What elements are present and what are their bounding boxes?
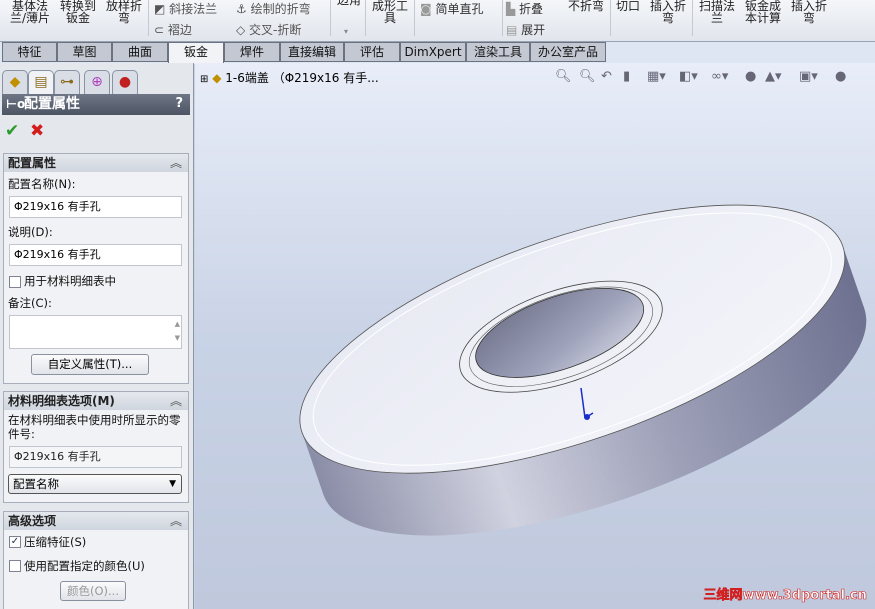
end-cap-disk[interactable]	[269, 150, 875, 592]
feature-manager-tab-icon[interactable]: ◆	[2, 70, 28, 94]
custom-properties-button[interactable]: 自定义属性(T)...	[31, 354, 149, 375]
suppress-features-checkbox[interactable]: ✓	[9, 536, 21, 548]
corners-button[interactable]: 边角	[336, 0, 362, 6]
comment-scrollbar[interactable]: ▲ ▼	[175, 317, 180, 345]
forming-tool-button[interactable]: 成形工 具	[370, 0, 410, 24]
comment-textarea[interactable]	[9, 315, 182, 349]
sketched-bend-button[interactable]: ⚓ 绘制的折弯	[236, 0, 311, 17]
rip-button[interactable]: 切口	[614, 0, 642, 12]
dimxpert-manager-tab-icon[interactable]: ⊕	[84, 70, 110, 94]
bom-part-number-select[interactable]: 配置名称 ▼	[8, 474, 182, 494]
graphics-area[interactable]: ⊞ ◆ 1-6端盖 （Φ219x16 有手... 🔍︎ 🔍︎ ↶ ▮ ▦▾ ◧▾…	[195, 63, 875, 609]
advanced-options-group: 高级选项 ︽ ✓ 压缩特征(S) 使用配置指定的颜色(U) 颜色(O)...	[3, 511, 189, 609]
tab-render-tools[interactable]: 渲染工具	[466, 42, 530, 62]
sheet-metal-costing-button[interactable]: 钣金成 本计算	[742, 0, 784, 24]
command-manager-ribbon: 基体法 兰/薄片 转换到 钣金 放样折 弯 ◩ 斜接法兰 ⊂ 褶边 ⚓ 绘制的折…	[0, 0, 875, 42]
insert-bends-button[interactable]: 插入折 弯	[648, 0, 688, 24]
cross-break-icon: ◇	[236, 23, 250, 37]
hem-icon: ⊂	[154, 23, 168, 37]
fold-icon: ▙	[506, 2, 520, 16]
collapse-icon[interactable]: ︽	[170, 392, 182, 410]
insert-bends-button-2[interactable]: 插入折 弯	[789, 0, 829, 24]
watermark-logo: 三维网www.3dportal.cn	[703, 588, 867, 604]
hem-button[interactable]: ⊂ 褶边	[154, 21, 192, 38]
help-icon[interactable]: ?	[175, 94, 183, 114]
swept-flange-button[interactable]: 扫描法 兰	[697, 0, 737, 24]
display-manager-tab-icon[interactable]: ●	[112, 70, 138, 94]
corners-dropdown-icon[interactable]: ▾	[344, 26, 348, 38]
property-manager-panel: ◆ ▤ ⊶ ⊕ ● ⊢o 配置属性? ✔ ✖ 配置属性 ︽ 配置名称(N): Φ21…	[0, 63, 194, 609]
lofted-bend-button[interactable]: 放样折 弯	[104, 0, 144, 24]
bom-part-number-input[interactable]: Φ219x16 有手孔	[9, 446, 182, 468]
configuration-properties-group: 配置属性 ︽ 配置名称(N): Φ219x16 有手孔 说明(D): Φ219x1…	[3, 153, 189, 384]
ok-check-icon[interactable]: ✔	[5, 121, 19, 141]
configuration-name-input[interactable]: Φ219x16 有手孔	[9, 196, 182, 218]
property-manager-tab-icon[interactable]: ▤	[28, 70, 54, 94]
description-input[interactable]: Φ219x16 有手孔	[9, 244, 182, 266]
color-button[interactable]: 颜色(O)...	[60, 581, 126, 601]
cancel-x-icon[interactable]: ✖	[30, 121, 44, 141]
unfold-icon: ▤	[506, 23, 522, 37]
fold-button[interactable]: ▙ 折叠	[506, 0, 543, 17]
command-tabs: 特征 草图 曲面 钣金 焊件 直接编辑 评估 DimXpert 渲染工具 办公室…	[0, 42, 875, 64]
cross-break-button[interactable]: ◇ 交叉-折断	[236, 21, 301, 38]
tab-surfaces[interactable]: 曲面	[112, 42, 168, 62]
unfold-button[interactable]: ▤ 展开	[506, 21, 545, 38]
tab-weldments[interactable]: 焊件	[224, 42, 280, 62]
simple-hole-button[interactable]: ◙ 简单直孔	[420, 0, 483, 17]
no-bends-button[interactable]: 不折弯	[566, 0, 606, 12]
miter-flange-button[interactable]: ◩ 斜接法兰	[154, 0, 217, 17]
use-in-bom-checkbox[interactable]	[9, 276, 21, 288]
tab-evaluate[interactable]: 评估	[344, 42, 400, 62]
tab-office-products[interactable]: 办公室产品	[530, 42, 606, 62]
chevron-down-icon: ▼	[169, 479, 176, 489]
use-config-color-checkbox[interactable]	[9, 560, 21, 572]
sketched-bend-icon: ⚓	[236, 2, 251, 16]
miter-flange-icon: ◩	[154, 2, 170, 16]
collapse-icon[interactable]: ︽	[170, 512, 182, 530]
tab-sketch[interactable]: 草图	[57, 42, 112, 62]
hole-icon: ◙	[420, 2, 436, 16]
tab-direct-editing[interactable]: 直接编辑	[280, 42, 344, 62]
panel-title: ⊢o 配置属性?	[2, 94, 190, 115]
tab-sheet-metal[interactable]: 钣金	[168, 42, 224, 64]
tab-features[interactable]: 特征	[2, 42, 57, 62]
base-flange-button[interactable]: 基体法 兰/薄片	[8, 0, 52, 24]
configuration-icon: ⊢o	[6, 97, 26, 111]
tab-dimxpert[interactable]: DimXpert	[400, 42, 466, 62]
collapse-icon[interactable]: ︽	[170, 154, 182, 172]
bom-options-group: 材料明细表选项(M) ︽ 在材料明细表中使用时所显示的零件号: Φ219x16 有…	[3, 391, 189, 503]
model-viewport	[269, 150, 875, 592]
convert-to-sheet-metal-button[interactable]: 转换到 钣金	[58, 0, 98, 24]
configuration-manager-tab-icon[interactable]: ⊶	[54, 70, 80, 94]
